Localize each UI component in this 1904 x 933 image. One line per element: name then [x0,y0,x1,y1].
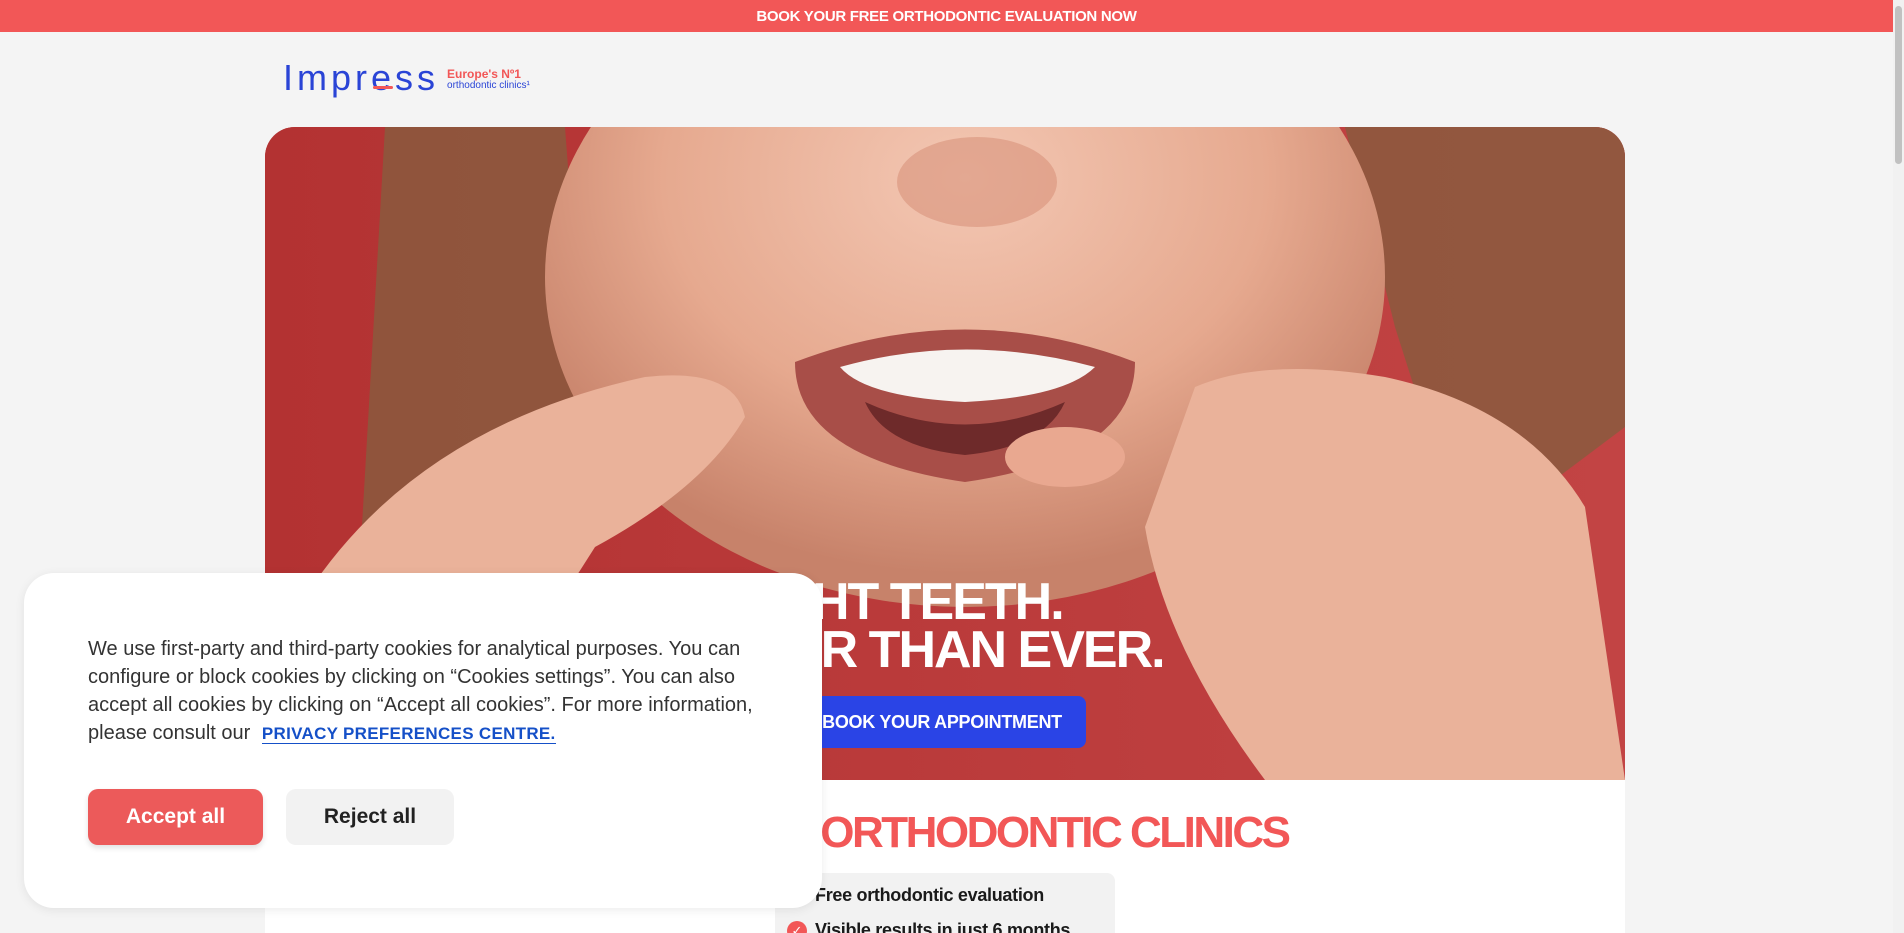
cookie-message: We use first-party and third-party cooki… [88,635,768,748]
book-appointment-button[interactable]: BOOK YOUR APPOINTMENT [798,696,1086,748]
cookie-consent-dialog: We use first-party and third-party cooki… [24,573,822,908]
page-scrollbar[interactable] [1893,0,1904,933]
logo-wordmark: Impress [283,57,440,98]
accept-all-button[interactable]: Accept all [88,789,263,845]
privacy-preferences-link[interactable]: PRIVACY PREFERENCES CENTRE. [261,724,556,744]
reject-all-button[interactable]: Reject all [286,789,454,845]
promo-banner[interactable]: BOOK YOUR FREE ORTHODONTIC EVALUATION NO… [0,0,1893,32]
benefit-item: Visible results in just 6 months [815,920,1071,933]
scrollbar-thumb[interactable] [1895,6,1902,164]
logo-tagline: Europe's Nº1 orthodontic clinics¹ [447,68,530,92]
check-circle-icon: ✓ [787,921,807,933]
promo-banner-text: BOOK YOUR FREE ORTHODONTIC EVALUATION NO… [756,7,1137,25]
section-title: º1 ORTHODONTIC CLINICS [775,808,1291,857]
logo[interactable]: Impress Europe's Nº1 orthodontic clinics… [283,57,530,99]
benefits-list: Free orthodontic evaluation ✓ Visible re… [775,873,1115,933]
benefit-item: Free orthodontic evaluation [815,885,1044,905]
logo-tagline-top: Europe's Nº1 [447,67,521,81]
logo-tagline-bottom: orthodontic clinics¹ [447,80,530,91]
